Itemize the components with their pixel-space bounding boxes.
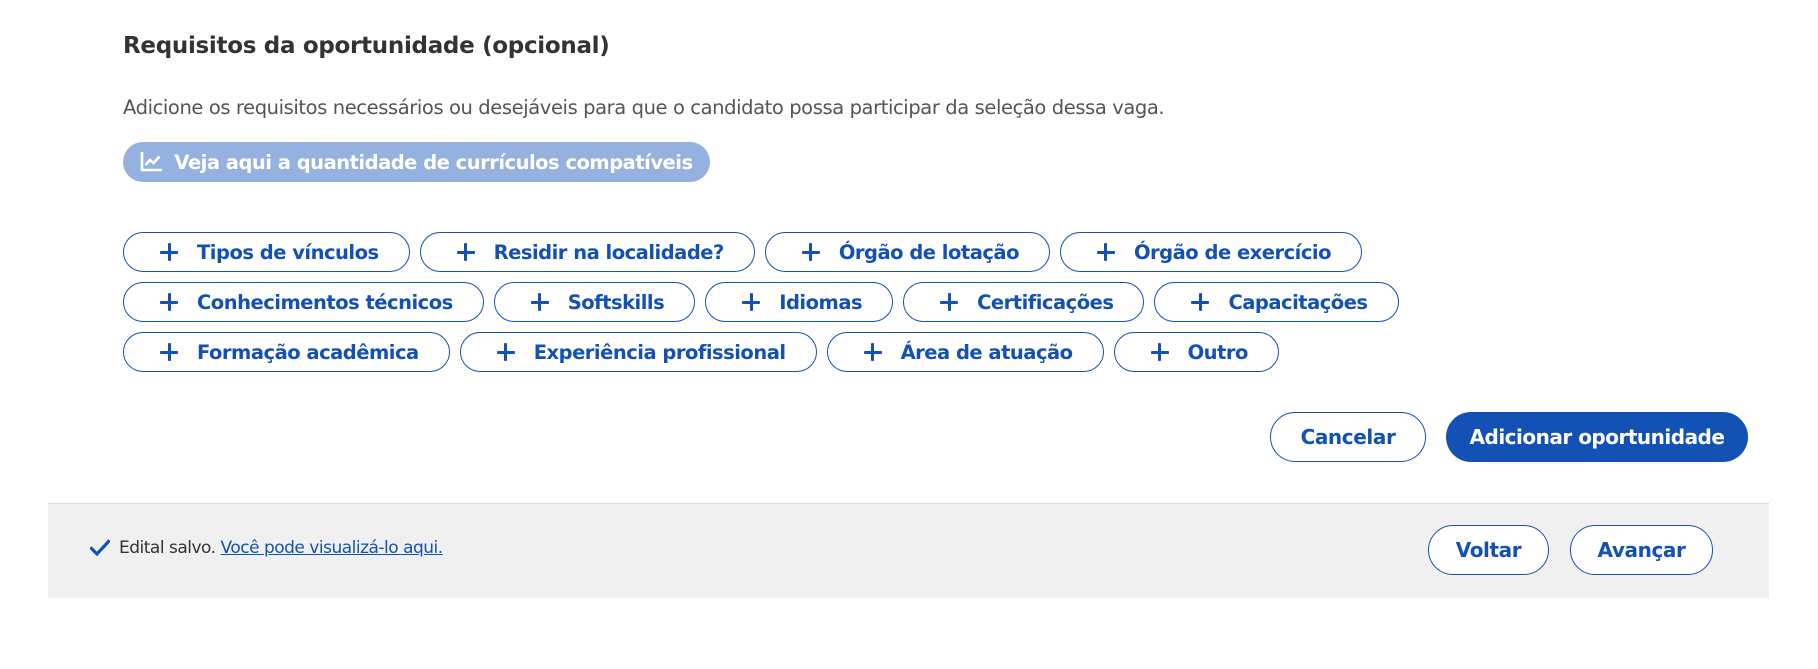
section-title: Requisitos da oportunidade (opcional) [123,33,610,59]
plus-icon [1096,243,1115,261]
next-button[interactable]: Avançar [1570,525,1713,575]
plus-icon [456,243,475,261]
chip-label: Experiência profissional [533,340,786,364]
chip-experiencia-profissional[interactable]: Experiência profissional [459,332,817,372]
chip-label: Capacitações [1228,290,1368,314]
compatible-resumes-label: Veja aqui a quantidade de currículos com… [174,150,693,174]
chip-label: Formação acadêmica [197,340,419,364]
chip-label: Idiomas [779,290,863,314]
chip-tipos-de-vinculos[interactable]: Tipos de vínculos [123,232,410,272]
plus-icon [940,293,959,311]
add-opportunity-button[interactable]: Adicionar oportunidade [1446,412,1748,462]
plus-icon [1150,343,1169,361]
plus-icon [530,293,549,311]
chip-certificacoes[interactable]: Certificações [903,282,1145,322]
chip-label: Conhecimentos técnicos [197,290,453,314]
chip-softskills[interactable]: Softskills [493,282,696,322]
chip-label: Órgão de exercício [1133,240,1332,264]
plus-icon [160,243,178,261]
chip-residir-na-localidade[interactable]: Residir na localidade? [419,232,755,272]
opportunity-requirements-page: Requisitos da oportunidade (opcional) Ad… [0,0,1818,669]
back-button[interactable]: Voltar [1428,525,1549,575]
chip-outro[interactable]: Outro [1113,332,1279,372]
requirement-chips: Tipos de vínculos Residir na localidade?… [123,232,1683,372]
chip-label: Órgão de lotação [838,240,1020,264]
chip-label: Outro [1187,340,1249,364]
footer-bar: Edital salvo. Você pode visualizá-lo aqu… [48,503,1769,598]
chip-conhecimentos-tecnicos[interactable]: Conhecimentos técnicos [123,282,484,322]
chip-capacitacoes[interactable]: Capacitações [1154,282,1399,322]
chip-label: Softskills [567,290,665,314]
saved-text: Edital salvo. [119,538,216,558]
plus-icon [1191,293,1210,311]
plus-icon [160,293,178,311]
view-edital-link[interactable]: Você pode visualizá-lo aqui. [221,538,444,558]
plus-icon [801,243,820,261]
chart-line-icon [141,152,163,172]
chip-orgao-de-exercicio[interactable]: Órgão de exercício [1059,232,1362,272]
chip-label: Certificações [977,290,1114,314]
chip-label: Tipos de vínculos [197,240,379,264]
chip-label: Área de atuação [900,340,1074,364]
chip-label: Residir na localidade? [493,240,725,264]
chip-formacao-academica[interactable]: Formação acadêmica [123,332,450,372]
cancel-button[interactable]: Cancelar [1270,412,1426,462]
plus-icon [160,343,178,361]
chip-idiomas[interactable]: Idiomas [705,282,894,322]
chip-orgao-de-lotacao[interactable]: Órgão de lotação [764,232,1050,272]
section-description: Adicione os requisitos necessários ou de… [123,96,1165,119]
saved-status: Edital salvo. Você pode visualizá-lo aqu… [90,538,443,558]
chip-area-de-atuacao[interactable]: Área de atuação [826,332,1104,372]
plus-icon [496,343,515,361]
compatible-resumes-button[interactable]: Veja aqui a quantidade de currículos com… [123,142,710,182]
check-icon [90,539,110,557]
plus-icon [863,343,882,361]
plus-icon [742,293,761,311]
